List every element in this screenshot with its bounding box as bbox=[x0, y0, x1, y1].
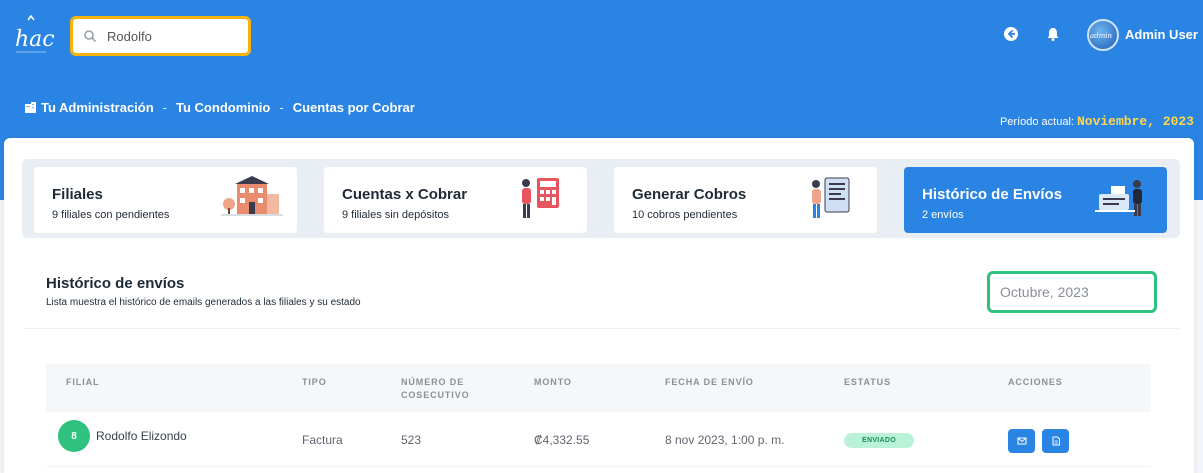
breadcrumb-item-condominio[interactable]: Tu Condominio bbox=[176, 100, 270, 115]
header-consecutivo[interactable]: NÚMERO DE COSECUTIVO bbox=[401, 376, 470, 402]
tile-filiales[interactable]: Filiales 9 filiales con pendientes bbox=[34, 167, 297, 233]
tile-subtitle: 10 cobros pendientes bbox=[632, 209, 738, 221]
logo-icon: hac bbox=[15, 14, 55, 53]
tile-historico-envios[interactable]: Histórico de Envíos 2 envíos bbox=[904, 167, 1167, 233]
search-input[interactable] bbox=[107, 28, 227, 44]
period-value: Noviembre, 2023 bbox=[1076, 114, 1194, 129]
tile-title: Histórico de Envíos bbox=[922, 186, 1063, 203]
search-box[interactable] bbox=[70, 16, 251, 56]
tile-title: Cuentas x Cobrar bbox=[342, 186, 468, 203]
document-icon bbox=[1052, 436, 1060, 446]
calculator-illustration-icon bbox=[522, 178, 559, 218]
header-consecutivo-line2: COSECUTIVO bbox=[401, 390, 470, 400]
breadcrumb: Tu Administración - Tu Condominio - Cuen… bbox=[24, 100, 415, 115]
history-panel: Histórico de envíos Lista muestra el his… bbox=[24, 253, 1180, 473]
header-estatus[interactable]: ESTATUS bbox=[844, 376, 891, 389]
panel-title: Histórico de envíos bbox=[46, 275, 185, 292]
panel-subtitle: Lista muestra el histórico de emails gen… bbox=[46, 297, 361, 308]
header-filial[interactable]: FILIAL bbox=[66, 376, 99, 389]
tile-subtitle: 2 envíos bbox=[922, 209, 964, 221]
cell-consecutivo: 523 bbox=[401, 433, 422, 447]
breadcrumb-item-administracion[interactable]: Tu Administración bbox=[41, 100, 154, 115]
hac-logo[interactable]: hac bbox=[14, 14, 60, 56]
user-name[interactable]: Admin User bbox=[1125, 27, 1198, 42]
tile-generar-cobros[interactable]: Generar Cobros 10 cobros pendientes bbox=[614, 167, 877, 233]
summary-tiles: Filiales 9 filiales con pendientes Cuent… bbox=[22, 159, 1180, 238]
view-document-button[interactable] bbox=[1042, 429, 1069, 453]
mail-illustration-icon bbox=[1095, 180, 1142, 216]
breadcrumb-separator: - bbox=[279, 100, 284, 115]
breadcrumb-item-cuentas[interactable]: Cuentas por Cobrar bbox=[293, 100, 415, 115]
period-label: Período actual: bbox=[999, 116, 1074, 128]
cell-filial: Rodolfo Elizondo bbox=[96, 429, 187, 443]
svg-text:hac: hac bbox=[15, 27, 55, 52]
bell-icon[interactable] bbox=[1045, 26, 1061, 42]
month-select[interactable]: Octubre, 2023 bbox=[987, 271, 1157, 313]
building-icon bbox=[25, 102, 36, 113]
header-tipo[interactable]: TIPO bbox=[302, 376, 327, 389]
tile-subtitle: 9 filiales sin depósitos bbox=[342, 209, 450, 221]
avatar[interactable]: admin bbox=[1087, 19, 1119, 51]
table-row[interactable]: 8 Rodolfo Elizondo Factura 523 ₡4,332.55… bbox=[46, 412, 1151, 467]
filial-number-badge: 8 bbox=[58, 420, 90, 452]
tile-cuentas-cobrar[interactable]: Cuentas x Cobrar 9 filiales sin depósito… bbox=[324, 167, 587, 233]
header-consecutivo-line1: NÚMERO DE bbox=[401, 377, 465, 387]
document-illustration-icon bbox=[812, 177, 850, 218]
status-badge: ENVIADO bbox=[844, 433, 914, 448]
main-card: Filiales 9 filiales con pendientes Cuent… bbox=[4, 138, 1194, 473]
resend-email-button[interactable] bbox=[1008, 429, 1035, 453]
search-icon bbox=[84, 30, 97, 43]
tile-title: Generar Cobros bbox=[632, 186, 747, 203]
cell-fecha: 8 nov 2023, 1:00 p. m. bbox=[665, 433, 785, 447]
breadcrumb-separator: - bbox=[162, 100, 168, 115]
tile-subtitle: 9 filiales con pendientes bbox=[52, 209, 170, 221]
back-icon[interactable] bbox=[1003, 26, 1019, 42]
header-fecha[interactable]: FECHA DE ENVÍO bbox=[665, 376, 754, 389]
header-monto[interactable]: MONTO bbox=[534, 376, 572, 389]
divider bbox=[24, 328, 1180, 329]
cell-tipo: Factura bbox=[302, 433, 343, 447]
houses-illustration-icon bbox=[221, 176, 283, 216]
table-header: FILIAL TIPO NÚMERO DE COSECUTIVO MONTO F… bbox=[46, 364, 1151, 412]
current-period: Período actual: Noviembre, 2023 bbox=[1000, 114, 1194, 129]
envelope-icon bbox=[1017, 437, 1026, 445]
header-acciones: ACCIONES bbox=[1008, 377, 1063, 387]
cell-monto: ₡4,332.55 bbox=[534, 433, 590, 447]
tile-title: Filiales bbox=[52, 186, 103, 203]
